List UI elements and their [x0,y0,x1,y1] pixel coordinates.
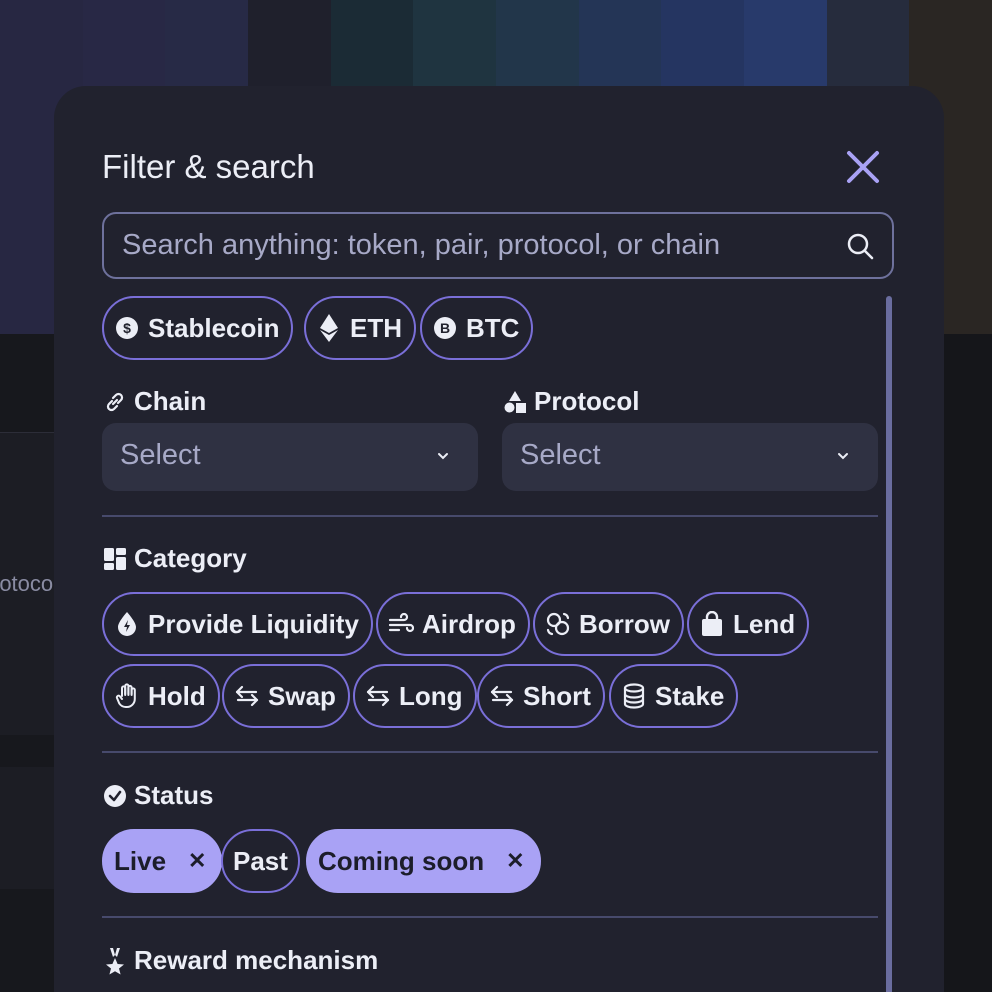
chip-label: Past [233,845,288,876]
chip-airdrop[interactable]: Airdrop [376,592,530,656]
drop-bolt-icon [114,611,140,637]
swap-arrows-icon [365,683,391,709]
scrollbar[interactable] [886,296,892,992]
chip-label: Hold [148,680,206,711]
chip-label: Stablecoin [148,312,280,343]
svg-text:B: B [440,320,450,336]
chip-label: Airdrop [422,608,516,639]
chip-provide-liquidity[interactable]: Provide Liquidity [102,592,373,656]
chain-select[interactable]: Select [102,423,478,491]
protocol-label-text: Protocol [534,386,640,416]
btc-icon: B [432,315,458,341]
eth-icon [316,314,342,342]
wind-icon [388,611,414,637]
check-circle-icon [102,783,128,809]
exchange-circles-icon [545,611,571,637]
chip-btc[interactable]: B BTC [420,296,534,360]
status-label: Status [102,780,213,811]
divider [102,751,878,753]
background-right-strip [940,334,992,992]
link-icon [102,389,128,415]
search-input[interactable] [122,214,822,277]
chip-label: Lend [733,608,796,639]
category-label-text: Category [134,543,247,573]
database-icon [621,683,647,709]
divider [102,515,878,517]
chip-label: Swap [268,680,336,711]
search-icon[interactable] [845,231,875,261]
swap-arrows-icon [489,683,515,709]
protocol-select[interactable]: Select [502,423,878,491]
chain-label-text: Chain [134,386,207,416]
close-icon[interactable] [844,148,882,186]
chip-label: Coming soon [318,845,485,876]
chevron-down-icon [838,453,848,460]
chip-stablecoin[interactable]: $ Stablecoin [102,296,294,360]
hand-icon [114,683,140,709]
chip-label: Stake [655,680,725,711]
chip-label: BTC [466,312,520,343]
chevron-down-icon [438,453,448,460]
protocol-label: Protocol [502,386,639,417]
remove-icon[interactable]: ✕ [506,848,524,874]
medal-icon [102,947,128,974]
shapes-icon [502,389,528,415]
status-label-text: Status [134,780,214,810]
chip-hold[interactable]: Hold [102,664,220,728]
chain-label: Chain [102,386,206,417]
chip-coming-soon[interactable]: Coming soon ✕ [306,829,541,893]
remove-icon[interactable]: ✕ [188,848,206,874]
protocol-select-value: Select [520,439,601,471]
chain-select-value: Select [120,439,201,471]
dashboard-icon [102,546,128,572]
divider [102,916,878,918]
chip-eth[interactable]: ETH [304,296,416,360]
background-partial-text: rotocol [0,571,59,596]
close-button[interactable] [844,148,882,186]
reward-label: Reward mechanism [102,945,378,976]
background-card-2 [0,767,60,889]
chip-long[interactable]: Long [353,664,477,728]
chip-label: Provide Liquidity [148,608,359,639]
modal-title: Filter & search [102,148,315,185]
chip-borrow[interactable]: Borrow [533,592,684,656]
chip-label: Live [114,845,167,876]
chip-live[interactable]: Live ✕ [102,829,223,893]
chip-past[interactable]: Past [221,829,300,893]
chip-lend[interactable]: Lend [687,592,810,656]
chip-label: Short [523,680,591,711]
category-label: Category [102,543,247,574]
search-box[interactable] [102,212,894,279]
chip-label: Borrow [579,608,670,639]
bag-icon [699,611,725,637]
chip-swap[interactable]: Swap [222,664,350,728]
filter-modal: Filter & search $ Stablecoin ETH B BTC [54,86,944,992]
chip-label: Long [399,680,463,711]
svg-text:$: $ [123,320,131,336]
reward-label-text: Reward mechanism [134,945,379,975]
stablecoin-icon: $ [114,315,140,341]
chip-label: ETH [350,312,402,343]
chip-stake[interactable]: Stake [609,664,739,728]
chip-short[interactable]: Short [477,664,605,728]
swap-arrows-icon [234,683,260,709]
